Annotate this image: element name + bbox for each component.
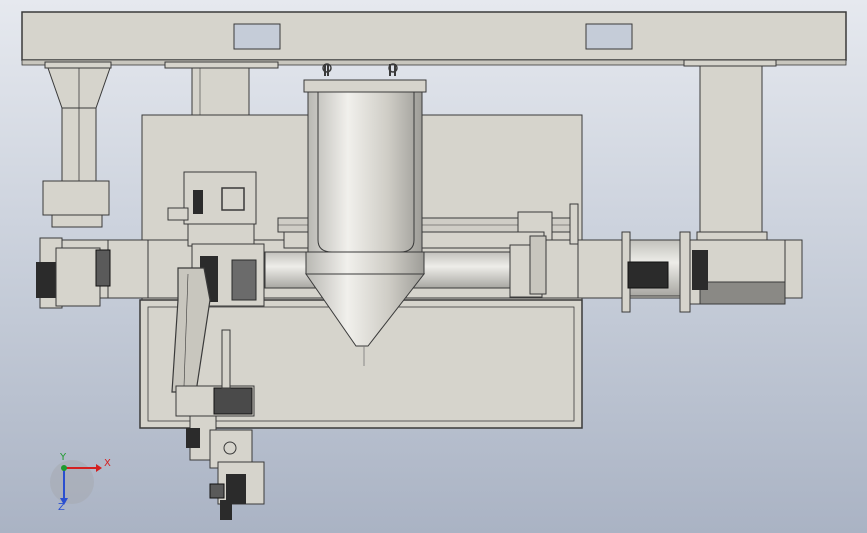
triad-x-label: X <box>104 458 111 469</box>
triad-x-arrow <box>96 464 102 472</box>
triad-y-label: Y <box>60 452 67 463</box>
triad-y-axis <box>61 465 67 471</box>
left-support-column <box>42 61 112 228</box>
end-effector <box>209 461 265 520</box>
triad-z-label: Z <box>58 502 65 513</box>
right-support-column <box>683 59 777 241</box>
right-drive-unit <box>621 231 786 313</box>
left-valve-assembly <box>36 237 111 309</box>
cad-viewport[interactable] <box>0 0 867 533</box>
gantry-beam <box>21 11 847 66</box>
orientation-triad <box>50 460 102 505</box>
